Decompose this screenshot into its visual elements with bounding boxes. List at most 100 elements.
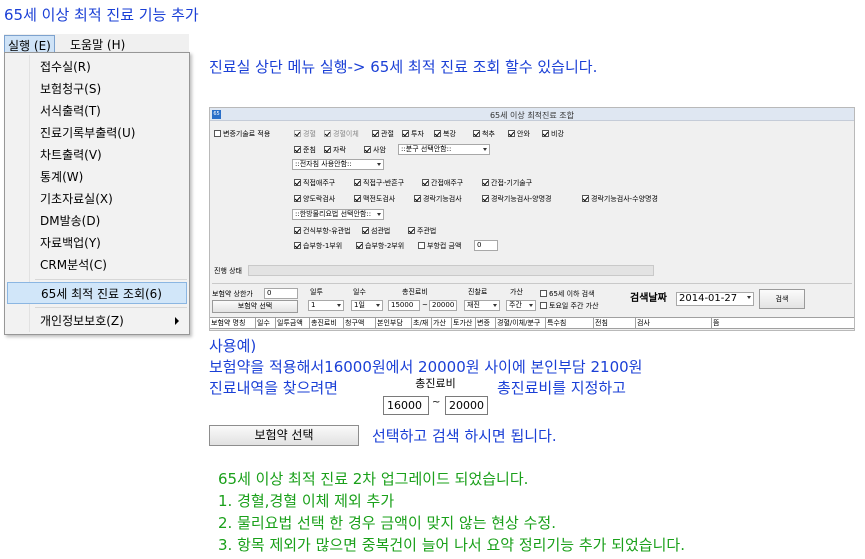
checkbox-saam[interactable]: 사암 (364, 145, 386, 155)
grid-col[interactable]: 특수침 (546, 318, 594, 329)
insurance-select-button[interactable]: 보험약 선택 (212, 300, 298, 313)
menu-item-dm-send[interactable]: DM발송(D) (7, 210, 187, 232)
checkbox-box (354, 195, 361, 202)
count-combo[interactable]: 1일 (351, 300, 383, 311)
menu-item-statistics[interactable]: 통계(W) (7, 166, 187, 188)
checkbox-orbit[interactable]: 안와 (508, 129, 530, 139)
chevron-down-icon (493, 304, 497, 307)
example-insurance-select-button[interactable]: 보험약 선택 (209, 425, 359, 446)
menu-item-65-optimal[interactable]: 65세 최적 진료 조회(6) (7, 282, 187, 304)
bungu-combo[interactable]: ::분구 선택안함:: (398, 144, 490, 155)
checkbox-pulse-conductance[interactable]: 맥전도검사 (354, 194, 395, 204)
checkbox-box (294, 130, 301, 137)
days-combo[interactable]: 1 (308, 300, 344, 311)
menu-item-record-print[interactable]: 진료기록부출력(U) (7, 122, 187, 144)
example-line2-a: 진료내역을 찾으려면 (209, 379, 338, 397)
menu-item-reception[interactable]: 접수실(R) (7, 56, 187, 78)
electro-acupuncture-combo[interactable]: ::전자침 사용안함:: (292, 159, 384, 170)
checkbox-junchim[interactable]: 준침 (294, 145, 316, 155)
example-total-to-input[interactable]: 20000 (445, 396, 488, 415)
checkbox-direct-scar[interactable]: 직접구-반흔구 (354, 178, 404, 188)
menu-item-chart-print[interactable]: 차트출력(V) (7, 144, 187, 166)
menubar: 실행 (E) 도움말 (H) (4, 34, 189, 56)
grid-col[interactable]: 청구액 (344, 318, 376, 329)
checkbox-under-65[interactable]: 65세 이하 검색 (540, 289, 595, 299)
grid-col[interactable]: 일수 (256, 318, 276, 329)
grid-col[interactable]: 총진료비 (310, 318, 344, 329)
cup-price-input[interactable]: 0 (474, 240, 498, 251)
checkbox-nasal[interactable]: 비강 (542, 129, 564, 139)
grid-col[interactable]: 경혈/이체/분구 (496, 318, 546, 329)
checkbox-meridian-yangmyeong[interactable]: 경락기능검사-양명경 (482, 194, 552, 204)
search-button[interactable]: 검색 (759, 289, 805, 309)
checkbox-indirect-moxa[interactable]: 간접애주구 (422, 178, 463, 188)
checkbox-gyeonghyeol-iche[interactable]: 경혈이체 (324, 129, 359, 139)
menu-separator (35, 307, 187, 308)
search-date-picker[interactable]: 2014-01-27 (676, 292, 754, 306)
checkbox-box (482, 195, 489, 202)
checkbox-wet-cupping-2[interactable]: 습부항-2부위 (356, 241, 404, 251)
grid-col[interactable]: 전침 (594, 318, 636, 329)
checkbox-cup-price[interactable]: 부항컵 금액 (418, 241, 461, 251)
total-from-input[interactable]: 15000 (388, 300, 420, 311)
checkbox-saturday[interactable]: 토요일 주간 가산 (540, 301, 599, 311)
grid-col[interactable]: 변증 (476, 318, 496, 329)
app-window: 65 65세 이상 최적진료 조합 변증기술료 적용 경혈 경혈이체 관절 투자… (209, 107, 855, 331)
checkbox-jarak[interactable]: 자락 (324, 145, 346, 155)
chevron-down-icon (377, 213, 381, 216)
range-tilde: ~ (422, 301, 428, 309)
checkbox-seomgwan[interactable]: 섬관법 (362, 226, 390, 236)
grid-col[interactable]: 보험약 명칭 (210, 318, 256, 329)
chevron-down-icon (747, 296, 751, 299)
grid-col[interactable]: 가산 (432, 318, 452, 329)
grid-col[interactable]: 뜸 (712, 318, 854, 329)
grid-col[interactable]: 초/재 (412, 318, 432, 329)
total-fee-label: 총진료비 (402, 288, 428, 296)
menu-item-base-data[interactable]: 기초자료실(X) (7, 188, 187, 210)
grid-col[interactable]: 본인부담 (376, 318, 412, 329)
checkbox-direct-moxa[interactable]: 직접애주구 (294, 178, 335, 188)
physiotherapy-combo[interactable]: ::한방물리요법 선택안함:: (292, 209, 384, 220)
divider (212, 283, 852, 284)
checkbox-jugwan[interactable]: 주관법 (408, 226, 436, 236)
checkbox-meridian-suyangmyeong[interactable]: 경락기능검사-수양명경 (582, 194, 658, 204)
menu-item-form-print[interactable]: 서식출력(T) (7, 100, 187, 122)
checkbox-indirect-device[interactable]: 간접-기기술구 (482, 178, 532, 188)
checkbox-box (542, 130, 549, 137)
menu-item-privacy[interactable]: 개인정보보호(Z) (7, 310, 187, 332)
chevron-down-icon (376, 304, 380, 307)
exam-fee-combo[interactable]: 재진 (464, 300, 500, 311)
total-to-input[interactable]: 20000 (429, 300, 457, 311)
checkbox-gyeonghyeol[interactable]: 경혈 (294, 129, 316, 139)
search-date-label: 검색날짜 (630, 293, 667, 304)
checkbox-joint[interactable]: 관절 (372, 129, 394, 139)
checkbox-box (422, 179, 429, 186)
instruction-text: 진료실 상단 메뉴 실행-> 65세 최적 진료 조회 할수 있습니다. (209, 58, 598, 76)
days-label: 일투 (310, 288, 323, 296)
grid-col[interactable]: 일투금액 (276, 318, 310, 329)
checkbox-dry-cupping[interactable]: 건식부항-유관법 (294, 226, 351, 236)
menu-item-crm[interactable]: CRM분석(C) (7, 254, 187, 276)
checkbox-box (294, 242, 301, 249)
example-total-from-input[interactable]: 16000 (383, 396, 429, 415)
upgrade-item-2: 2. 물리요법 선택 한 경우 금액이 맞지 않는 현상 수정. (218, 514, 556, 532)
checkbox-box (294, 195, 301, 202)
checkbox-wet-cupping-1[interactable]: 습부항-1부위 (294, 241, 342, 251)
checkbox-tuja[interactable]: 투자 (402, 129, 424, 139)
checkbox-spine[interactable]: 척추 (473, 129, 495, 139)
checkbox-exclude[interactable]: 변증기술료 적용 (214, 129, 270, 139)
checkbox-yangdorak[interactable]: 양도락검사 (294, 194, 335, 204)
grid-col[interactable]: 검사 (636, 318, 712, 329)
checkbox-meridian-test[interactable]: 경락기능검사 (414, 194, 462, 204)
app-title: 65세 이상 최적진료 조합 (489, 111, 575, 120)
checkbox-box (324, 146, 331, 153)
copay-input[interactable]: 0 (264, 288, 298, 299)
checkbox-abdomen[interactable]: 복강 (434, 129, 456, 139)
run-menu-dropdown: 접수실(R) 보험청구(S) 서식출력(T) 진료기록부출력(U) 차트출력(V… (4, 52, 190, 335)
checkbox-box (582, 195, 589, 202)
menu-item-backup[interactable]: 자료백업(Y) (7, 232, 187, 254)
surcharge-combo[interactable]: 주간 (506, 300, 536, 311)
example-heading: 사용예) (209, 337, 257, 355)
grid-col[interactable]: 토가산 (452, 318, 476, 329)
menu-item-insurance-claim[interactable]: 보험청구(S) (7, 78, 187, 100)
